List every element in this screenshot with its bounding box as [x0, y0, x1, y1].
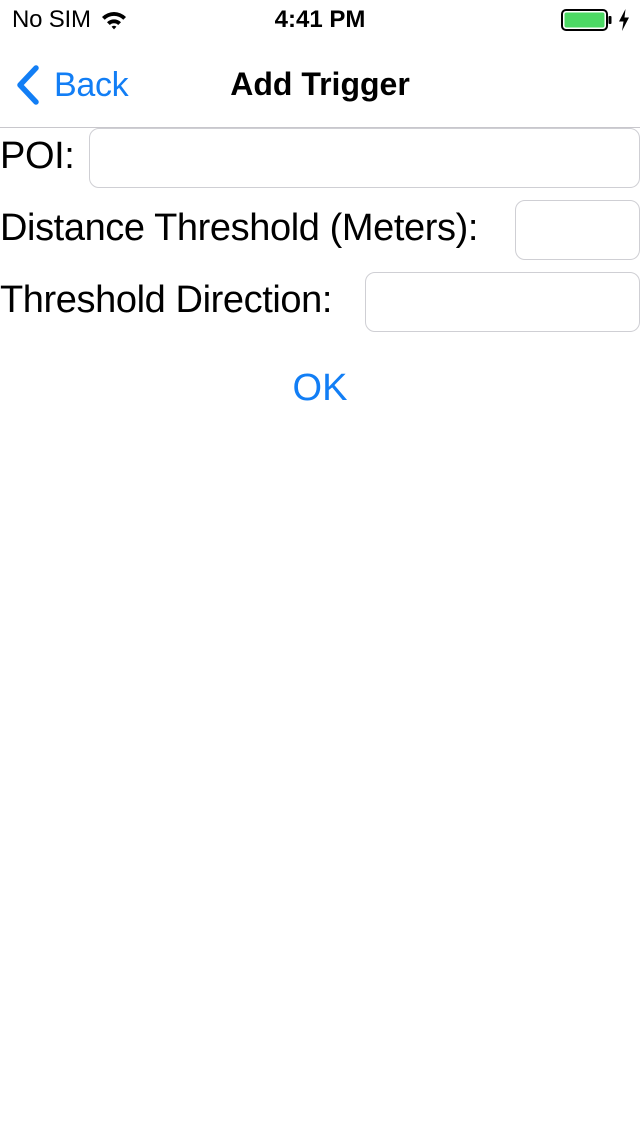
poi-row: POI:	[0, 128, 640, 188]
distance-threshold-input[interactable]	[515, 200, 640, 260]
charging-bolt-icon	[619, 9, 629, 31]
status-bar: No SIM 4:41 PM	[0, 0, 640, 40]
status-time: 4:41 PM	[274, 6, 366, 33]
poi-input[interactable]	[89, 128, 640, 188]
distance-threshold-row: Distance Threshold (Meters):	[0, 200, 640, 260]
poi-label: POI:	[0, 135, 75, 177]
navigation-bar: Back Add Trigger	[0, 40, 640, 128]
threshold-direction-input[interactable]	[365, 272, 640, 332]
threshold-direction-label: Threshold Direction:	[0, 279, 333, 321]
distance-threshold-label: Distance Threshold (Meters):	[0, 207, 479, 249]
ok-button[interactable]: OK	[270, 362, 370, 414]
page-title: Add Trigger	[230, 66, 410, 102]
battery-group	[561, 9, 630, 31]
threshold-direction-row: Threshold Direction:	[0, 272, 640, 332]
battery-icon	[561, 9, 612, 31]
